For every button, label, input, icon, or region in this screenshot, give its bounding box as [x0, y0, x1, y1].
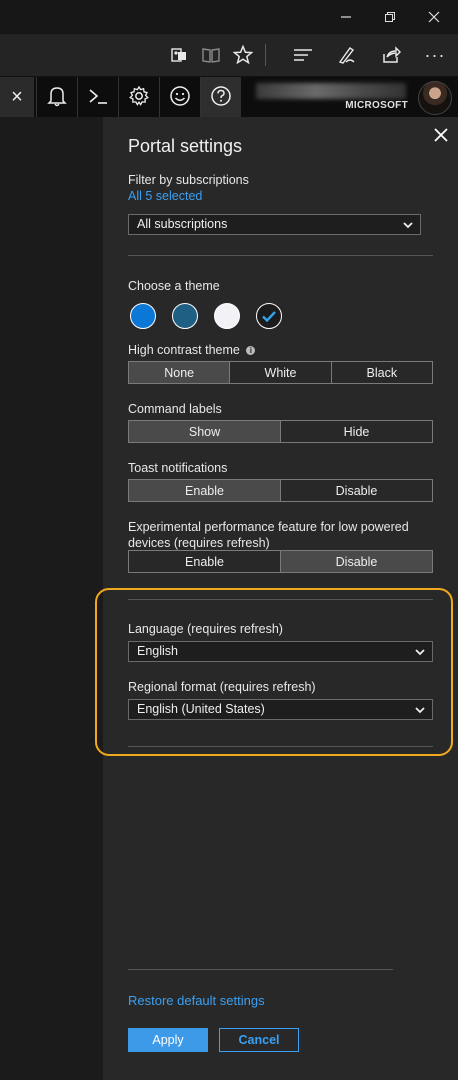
high-contrast-label-text: High contrast theme — [128, 343, 240, 357]
cancel-button[interactable]: Cancel — [219, 1028, 299, 1052]
settings-icon — [128, 85, 150, 110]
subscriptions-dropdown-value: All subscriptions — [137, 217, 228, 231]
favorite-star-icon[interactable] — [226, 34, 260, 76]
cloud-shell-button[interactable] — [77, 77, 118, 117]
portal-top-bar: × MICROSOFT — [0, 77, 458, 117]
high-contrast-selector: None White Black — [128, 361, 433, 384]
checkmark-icon — [262, 311, 276, 323]
divider — [128, 255, 433, 256]
more-icon[interactable]: ··· — [418, 34, 452, 76]
regional-format-label: Regional format (requires refresh) — [128, 680, 316, 694]
command-labels-selector: Show Hide — [128, 420, 433, 443]
portal-settings-panel: Portal settings Filter by subscriptions … — [95, 117, 458, 1080]
restore-defaults-link[interactable]: Restore default settings — [128, 993, 265, 1008]
minimize-icon[interactable] — [324, 0, 368, 34]
background-content — [0, 117, 103, 1080]
high-contrast-none[interactable]: None — [129, 362, 230, 383]
toast-notifications-label: Toast notifications — [128, 461, 228, 475]
theme-swatch-dark[interactable] — [256, 303, 282, 329]
divider — [128, 746, 433, 747]
experimental-disable[interactable]: Disable — [280, 551, 432, 572]
experimental-selector: Enable Disable — [128, 550, 433, 573]
regional-format-dropdown[interactable]: English (United States) — [128, 699, 433, 720]
toolbar-separator — [265, 44, 266, 66]
experimental-enable[interactable]: Enable — [129, 551, 280, 572]
feedback-smiley-icon — [169, 85, 191, 110]
theme-swatch-blue[interactable] — [130, 303, 156, 329]
toast-enable[interactable]: Enable — [129, 480, 280, 501]
subscriptions-selected-link[interactable]: All 5 selected — [128, 189, 202, 203]
notifications-button[interactable] — [36, 77, 77, 117]
close-blade-label: × — [11, 85, 23, 108]
close-icon[interactable] — [412, 0, 456, 34]
help-button[interactable] — [200, 77, 241, 117]
close-panel-icon[interactable] — [430, 124, 452, 146]
filter-subscriptions-label: Filter by subscriptions — [128, 173, 249, 187]
close-blade-button[interactable]: × — [0, 77, 34, 117]
command-labels-show[interactable]: Show — [129, 421, 280, 442]
theme-swatch-azure[interactable] — [172, 303, 198, 329]
reading-view-icon[interactable] — [194, 34, 228, 76]
notes-pen-icon[interactable] — [330, 34, 364, 76]
high-contrast-white[interactable]: White — [229, 362, 330, 383]
toast-notifications-selector: Enable Disable — [128, 479, 433, 502]
avatar[interactable] — [418, 81, 452, 115]
theme-swatch-light[interactable] — [214, 303, 240, 329]
info-icon[interactable]: i — [246, 346, 256, 355]
high-contrast-label: High contrast theme i — [128, 343, 256, 357]
account-organization: MICROSOFT — [345, 100, 408, 111]
notifications-icon — [47, 85, 67, 110]
account-name-redacted[interactable] — [256, 83, 406, 99]
window-title-bar — [0, 0, 458, 34]
restore-icon[interactable] — [368, 0, 412, 34]
language-dropdown[interactable]: English — [128, 641, 433, 662]
settings-button[interactable] — [118, 77, 159, 117]
subscriptions-dropdown[interactable]: All subscriptions — [128, 214, 421, 235]
divider — [128, 599, 433, 600]
chevron-down-icon — [414, 703, 426, 722]
command-labels-label: Command labels — [128, 402, 222, 416]
chevron-down-icon — [414, 645, 426, 664]
theme-label: Choose a theme — [128, 279, 220, 293]
share-icon[interactable] — [374, 34, 408, 76]
extensions-icon[interactable] — [162, 34, 196, 76]
experimental-label-line1: Experimental performance feature for low… — [128, 520, 409, 534]
language-dropdown-value: English — [137, 644, 178, 658]
help-icon — [210, 85, 232, 110]
hub-icon[interactable] — [286, 34, 320, 76]
command-labels-hide[interactable]: Hide — [280, 421, 432, 442]
high-contrast-black[interactable]: Black — [330, 362, 432, 383]
language-label: Language (requires refresh) — [128, 622, 283, 636]
page-title: Portal settings — [128, 136, 243, 156]
apply-button[interactable]: Apply — [128, 1028, 208, 1052]
browser-toolbar: ··· — [0, 34, 458, 77]
chevron-down-icon — [402, 218, 414, 237]
divider — [128, 969, 393, 970]
cloud-shell-icon — [87, 86, 109, 109]
highlight-outline — [95, 588, 453, 756]
feedback-button[interactable] — [159, 77, 200, 117]
regional-format-dropdown-value: English (United States) — [137, 702, 265, 716]
experimental-label-line2: devices (requires refresh) — [128, 536, 270, 550]
toast-disable[interactable]: Disable — [280, 480, 432, 501]
